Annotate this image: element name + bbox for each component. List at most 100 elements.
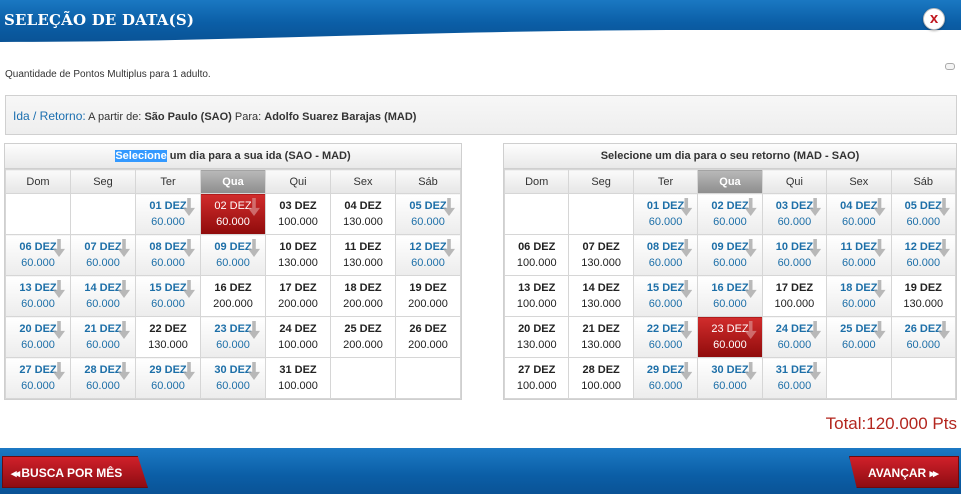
empty-day-cell <box>568 193 634 235</box>
day-date: 06 DEZ <box>518 241 556 253</box>
day-date: 04 DEZ <box>840 200 878 212</box>
day-cell[interactable]: 30 DEZ 60.000 <box>697 357 763 399</box>
day-cell[interactable]: 16 DEZ 60.000 <box>697 275 763 317</box>
day-cell[interactable]: 21 DEZ 60.000 <box>70 316 136 358</box>
day-cell[interactable]: 17 DEZ 200.000 <box>265 275 331 317</box>
day-points: 60.000 <box>713 216 747 228</box>
calendar-week-row: 27 DEZ 60.000 28 DEZ 60.000 29 DEZ 60.000 30 D… <box>5 357 461 399</box>
day-cell[interactable]: 05 DEZ 60.000 <box>395 193 461 235</box>
day-cell[interactable]: 27 DEZ 60.000 <box>5 357 71 399</box>
selected-day-cell[interactable]: 23 DEZ 60.000 <box>697 316 763 358</box>
day-cell[interactable]: 24 DEZ 100.000 <box>265 316 331 358</box>
day-cell[interactable]: 10 DEZ 60.000 <box>761 234 828 276</box>
day-cell[interactable]: 25 DEZ 200.000 <box>330 316 396 358</box>
day-cell[interactable]: 11 DEZ 60.000 <box>826 234 892 276</box>
day-cell[interactable]: 06 DEZ 100.000 <box>503 234 570 276</box>
day-cell[interactable]: 20 DEZ 60.000 <box>5 316 71 358</box>
day-points: 60.000 <box>841 216 876 228</box>
scroll-handle[interactable] <box>945 63 955 70</box>
weekday-header: Sáb <box>395 169 461 194</box>
day-cell[interactable]: 18 DEZ 60.000 <box>826 275 892 317</box>
double-left-arrow-icon: ◂◂ <box>11 468 20 480</box>
day-cell[interactable]: 07 DEZ 60.000 <box>70 234 136 276</box>
day-date: 08 DEZ <box>646 241 685 253</box>
day-cell[interactable]: 29 DEZ 60.000 <box>135 357 201 399</box>
day-cell[interactable]: 15 DEZ 60.000 <box>632 275 699 317</box>
day-date: 12 DEZ <box>904 241 942 253</box>
day-cell[interactable]: 03 DEZ 100.000 <box>265 193 331 235</box>
weekday-header: Seg <box>568 169 634 194</box>
day-cell[interactable]: 22 DEZ 130.000 <box>135 316 201 358</box>
day-date: 30 DEZ <box>214 364 252 376</box>
day-cell[interactable]: 22 DEZ 60.000 <box>632 316 699 358</box>
day-cell[interactable]: 31 DEZ 60.000 <box>761 357 828 399</box>
day-points: 60.000 <box>151 257 185 269</box>
day-date: 08 DEZ <box>149 241 187 253</box>
day-cell[interactable]: 14 DEZ 60.000 <box>70 275 136 317</box>
day-cell[interactable]: 16 DEZ 200.000 <box>200 275 266 317</box>
day-cell[interactable]: 13 DEZ 100.000 <box>503 275 570 317</box>
day-cell[interactable]: 08 DEZ 60.000 <box>632 234 699 276</box>
day-cell[interactable]: 20 DEZ 130.000 <box>503 316 570 358</box>
return-grid: Dom Seg Ter Qua Qui Sex Sáb 01 DEZ 60.000 02 DEZ… <box>503 169 957 399</box>
day-cell[interactable]: 15 DEZ 60.000 <box>135 275 201 317</box>
day-date: 20 DEZ <box>518 323 556 335</box>
day-cell[interactable]: 28 DEZ 60.000 <box>70 357 136 399</box>
advance-button[interactable]: AVANÇAR ▸▸ <box>849 456 959 488</box>
day-points: 100.000 <box>278 216 318 228</box>
day-cell[interactable]: 26 DEZ 200.000 <box>395 316 461 358</box>
day-cell[interactable]: 07 DEZ 130.000 <box>568 234 634 276</box>
day-cell[interactable]: 29 DEZ 60.000 <box>632 357 699 399</box>
day-cell[interactable]: 09 DEZ 60.000 <box>697 234 763 276</box>
weekday-header: Ter <box>135 169 201 194</box>
day-cell[interactable]: 04 DEZ 60.000 <box>826 193 892 235</box>
day-cell[interactable]: 12 DEZ 60.000 <box>395 234 461 276</box>
route-summary: Ida / Retorno: A partir de: São Paulo (S… <box>5 95 957 135</box>
day-cell[interactable]: 21 DEZ 130.000 <box>568 316 634 358</box>
day-cell[interactable]: 26 DEZ 60.000 <box>890 316 957 358</box>
day-cell[interactable]: 12 DEZ 60.000 <box>890 234 957 276</box>
day-cell[interactable]: 10 DEZ 130.000 <box>265 234 331 276</box>
day-cell[interactable]: 08 DEZ 60.000 <box>135 234 201 276</box>
calendar-week-row: 20 DEZ 60.000 21 DEZ 60.000 22 DEZ 130.000 23 … <box>5 316 461 358</box>
day-cell[interactable]: 05 DEZ 60.000 <box>890 193 957 235</box>
day-cell[interactable]: 27 DEZ 100.000 <box>503 357 570 399</box>
day-points: 130.000 <box>581 339 622 351</box>
day-points: 60.000 <box>86 339 120 351</box>
day-cell[interactable]: 19 DEZ 200.000 <box>395 275 461 317</box>
day-date: 04 DEZ <box>344 200 382 212</box>
day-cell[interactable]: 01 DEZ 60.000 <box>632 193 699 235</box>
calendar-week-row: 06 DEZ 100.000 07 DEZ 130.000 08 DEZ 60.000 09… <box>503 234 957 276</box>
day-date: 29 DEZ <box>149 364 187 376</box>
day-cell[interactable]: 14 DEZ 130.000 <box>568 275 634 317</box>
day-points: 100.000 <box>774 298 815 310</box>
day-cell[interactable]: 31 DEZ 100.000 <box>265 357 331 399</box>
day-cell[interactable]: 02 DEZ 60.000 <box>697 193 763 235</box>
day-cell[interactable]: 04 DEZ 130.000 <box>330 193 396 235</box>
day-cell[interactable]: 18 DEZ 200.000 <box>330 275 396 317</box>
day-cell[interactable]: 24 DEZ 60.000 <box>761 316 828 358</box>
day-cell[interactable]: 17 DEZ 100.000 <box>761 275 828 317</box>
day-date: 11 DEZ <box>840 241 878 253</box>
day-cell[interactable]: 11 DEZ 130.000 <box>330 234 396 276</box>
day-cell[interactable]: 19 DEZ 130.000 <box>890 275 957 317</box>
return-calendar: Selecione um dia para o seu retorno (MAD… <box>503 143 957 400</box>
day-cell[interactable]: 13 DEZ 60.000 <box>5 275 71 317</box>
day-cell[interactable]: 28 DEZ 100.000 <box>568 357 634 399</box>
search-by-month-button[interactable]: ◂◂ BUSCA POR MÊS <box>2 456 148 488</box>
day-points: 60.000 <box>841 298 876 310</box>
selected-day-cell[interactable]: 02 DEZ 60.000 <box>200 193 266 235</box>
day-points: 60.000 <box>713 298 747 310</box>
day-cell[interactable]: 23 DEZ 60.000 <box>200 316 266 358</box>
day-points: 60.000 <box>21 339 55 351</box>
day-cell[interactable]: 25 DEZ 60.000 <box>826 316 892 358</box>
day-cell[interactable]: 09 DEZ 60.000 <box>200 234 266 276</box>
day-cell[interactable]: 30 DEZ 60.000 <box>200 357 266 399</box>
day-cell[interactable]: 06 DEZ 60.000 <box>5 234 71 276</box>
day-points: 60.000 <box>216 257 250 269</box>
day-points: 100.000 <box>516 380 557 392</box>
day-points: 130.000 <box>343 216 383 228</box>
day-cell[interactable]: 01 DEZ 60.000 <box>135 193 201 235</box>
day-cell[interactable]: 03 DEZ 60.000 <box>761 193 828 235</box>
close-button[interactable]: x <box>923 8 945 30</box>
